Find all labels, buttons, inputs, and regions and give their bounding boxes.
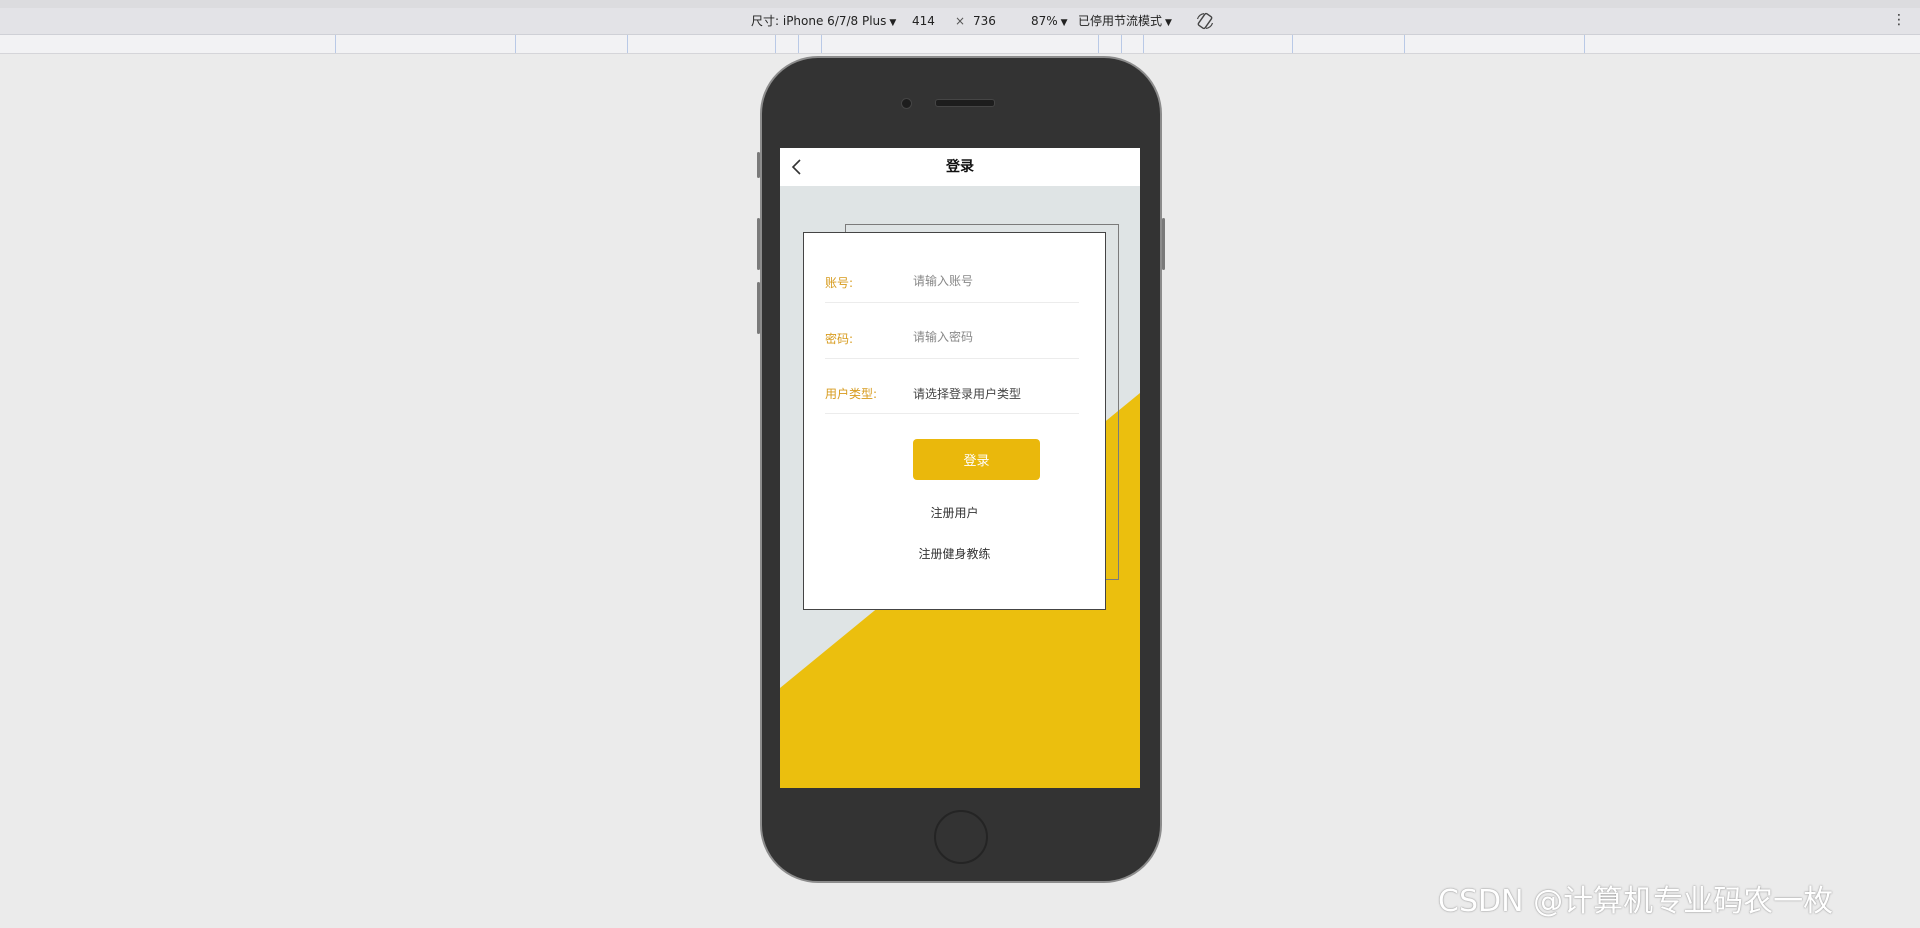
front-camera: [901, 98, 912, 109]
account-row: 账号:: [825, 262, 1079, 303]
ruler-tick: [1098, 35, 1099, 53]
ruler-tick: [1121, 35, 1122, 53]
ruler-tick: [627, 35, 628, 53]
zoom-select[interactable]: 87% ▼: [1031, 13, 1068, 31]
ruler-tick: [335, 35, 336, 53]
rotate-icon[interactable]: [1195, 11, 1215, 31]
csdn-watermark: CSDN @计算机专业码农一枚: [1438, 884, 1834, 919]
login-form-card: 账号: 密码: 用户类型: 请选择登录用户类型 登录 注册用户 注册健身教练: [803, 232, 1106, 610]
ruler-tick: [1292, 35, 1293, 53]
zoom-value: 87%: [1031, 14, 1058, 28]
page-title: 登录: [946, 159, 974, 175]
caret-down-icon: ▼: [1165, 18, 1172, 28]
caret-down-icon: ▼: [1060, 18, 1068, 28]
throttle-select[interactable]: 已停用节流模式 ▼: [1078, 13, 1172, 31]
ruler-tick: [515, 35, 516, 53]
account-input[interactable]: [913, 268, 1073, 294]
height-field[interactable]: 736: [973, 13, 996, 29]
password-row: 密码:: [825, 318, 1079, 359]
ruler-tick: [798, 35, 799, 53]
login-button[interactable]: 登录: [913, 439, 1040, 480]
user-type-label: 用户类型:: [825, 387, 878, 401]
phone-screen: 登录 账号: 密码: 用户类型: 请选择登录用户类型 登录 注册用户 注册健身教…: [780, 148, 1140, 788]
ruler-tick: [1584, 35, 1585, 53]
password-input[interactable]: [913, 324, 1073, 350]
throttle-value: 已停用节流模式: [1078, 14, 1163, 28]
device-select[interactable]: 尺寸: iPhone 6/7/8 Plus ▼: [751, 13, 896, 31]
account-label: 账号:: [825, 276, 854, 290]
ruler-tick: [1404, 35, 1405, 53]
register-user-link[interactable]: 注册用户: [804, 504, 1105, 521]
dimension-separator: ×: [955, 14, 966, 28]
device-select-label: 尺寸: iPhone 6/7/8 Plus: [751, 14, 887, 28]
power-button: [1162, 218, 1165, 270]
media-query-ruler: [0, 35, 1920, 54]
user-type-picker[interactable]: 请选择登录用户类型: [913, 385, 1021, 402]
register-coach-link[interactable]: 注册健身教练: [804, 545, 1105, 562]
ruler-tick: [775, 35, 776, 53]
ruler-tick: [1143, 35, 1144, 53]
home-button: [934, 810, 988, 864]
device-toolbar: 尺寸: iPhone 6/7/8 Plus ▼ 414 × 736 87% ▼ 已停…: [0, 8, 1920, 35]
earpiece-speaker: [935, 99, 995, 107]
ruler-tick: [821, 35, 822, 53]
width-field[interactable]: 414: [912, 13, 935, 29]
devtools-top-strip: [0, 0, 1920, 8]
nav-bar: 登录: [780, 148, 1140, 186]
more-options-icon[interactable]: ⋮: [1892, 12, 1906, 28]
password-label: 密码:: [825, 332, 854, 346]
caret-down-icon: ▼: [889, 18, 897, 28]
user-type-row: 用户类型: 请选择登录用户类型: [825, 373, 1079, 414]
